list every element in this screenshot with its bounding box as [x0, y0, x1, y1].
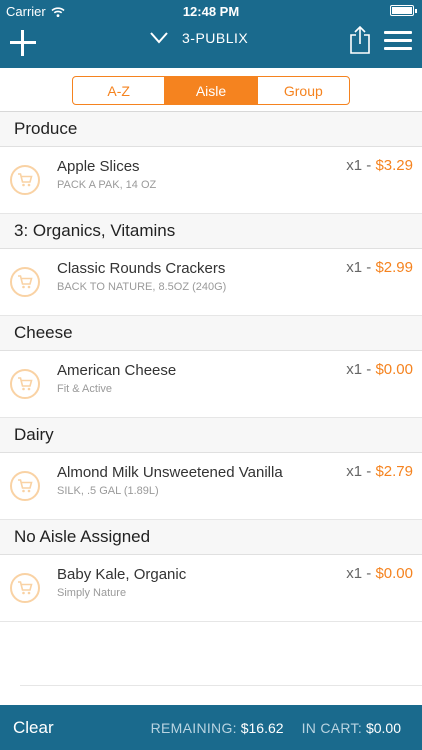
item-quantity: x1 [346, 361, 363, 378]
cart-icon[interactable] [10, 267, 40, 297]
remaining-total: REMAINING: $16.62 [151, 720, 284, 736]
store-selector[interactable]: 3-PUBLIX [150, 30, 248, 46]
section-header: Cheese [0, 316, 422, 351]
cart-icon[interactable] [10, 165, 40, 195]
battery-icon [390, 5, 417, 16]
item-name: Apple Slices [57, 158, 140, 175]
item-name: Almond Milk Unsweetened Vanilla [57, 464, 283, 481]
store-name: 3-PUBLIX [182, 30, 249, 46]
shopping-list: Produce Apple Slices PACK A PAK, 14 OZ x… [0, 112, 422, 686]
item-amount: $2.99 [375, 259, 413, 276]
section-header: Produce [0, 112, 422, 147]
sort-bar: A-Z Aisle Group [0, 68, 422, 112]
list-item[interactable]: Almond Milk Unsweetened Vanilla SILK, .5… [0, 453, 422, 520]
nav-bar: 3-PUBLIX [0, 22, 422, 68]
section-header: No Aisle Assigned [0, 520, 422, 555]
item-price: x1 - $3.29 [346, 157, 413, 174]
chevron-down-icon [150, 32, 168, 44]
item-detail: Simply Nature [57, 587, 127, 599]
tab-group[interactable]: Group [258, 77, 349, 104]
list-item[interactable]: Classic Rounds Crackers BACK TO NATURE, … [0, 249, 422, 316]
item-quantity: x1 [346, 259, 363, 276]
item-detail: SILK, .5 GAL (1.89L) [57, 485, 159, 497]
cart-icon[interactable] [10, 573, 40, 603]
status-bar: Carrier 12:48 PM [0, 0, 422, 22]
price-separator: - [362, 157, 376, 174]
sort-segmented-control: A-Z Aisle Group [72, 76, 350, 105]
list-item[interactable]: American Cheese Fit & Active x1 - $0.00 [0, 351, 422, 418]
item-quantity: x1 [346, 157, 363, 174]
top-bar: Carrier 12:48 PM 3-PUBLIX [0, 0, 422, 68]
in-cart-value: $0.00 [365, 720, 401, 736]
item-price: x1 - $0.00 [346, 565, 413, 582]
list-item[interactable]: Apple Slices PACK A PAK, 14 OZ x1 - $3.2… [0, 147, 422, 214]
totals: REMAINING: $16.62 IN CART: $0.00 [151, 720, 401, 736]
item-detail: PACK A PAK, 14 OZ [57, 179, 157, 191]
cart-icon[interactable] [10, 369, 40, 399]
status-time: 12:48 PM [182, 4, 240, 19]
item-quantity: x1 [346, 463, 363, 480]
section-header: 3: Organics, Vitamins [0, 214, 422, 249]
item-detail: Fit & Active [57, 383, 113, 395]
item-price: x1 - $2.99 [346, 259, 413, 276]
tab-a-z[interactable]: A-Z [73, 77, 166, 104]
item-price: x1 - $0.00 [346, 361, 413, 378]
item-quantity: x1 [346, 565, 363, 582]
remaining-label: REMAINING: [150, 720, 237, 736]
in-cart-total: IN CART: $0.00 [302, 720, 401, 736]
empty-row [20, 622, 422, 686]
tab-aisle[interactable]: Aisle [165, 77, 258, 104]
item-amount: $3.29 [375, 157, 413, 174]
clear-button[interactable]: Clear [13, 718, 54, 738]
section-header: Dairy [0, 418, 422, 453]
item-price: x1 - $2.79 [346, 463, 413, 480]
price-separator: - [362, 259, 376, 276]
share-icon[interactable] [349, 26, 371, 54]
list-item[interactable]: Baby Kale, Organic Simply Nature x1 - $0… [0, 555, 422, 622]
price-separator: - [362, 565, 376, 582]
hamburger-menu-icon[interactable] [384, 31, 412, 51]
price-separator: - [362, 361, 376, 378]
item-name: Classic Rounds Crackers [57, 260, 226, 277]
item-amount: $0.00 [375, 361, 413, 378]
item-detail: BACK TO NATURE, 8.5OZ (240G) [57, 281, 227, 293]
cart-icon[interactable] [10, 471, 40, 501]
plus-icon[interactable] [10, 30, 36, 56]
item-name: American Cheese [57, 362, 177, 379]
remaining-value: $16.62 [240, 720, 284, 736]
item-name: Baby Kale, Organic [57, 566, 187, 583]
item-amount: $2.79 [375, 463, 413, 480]
bottom-bar: Clear REMAINING: $16.62 IN CART: $0.00 [0, 705, 422, 750]
in-cart-label: IN CART: [301, 720, 363, 736]
item-amount: $0.00 [375, 565, 413, 582]
price-separator: - [362, 463, 376, 480]
